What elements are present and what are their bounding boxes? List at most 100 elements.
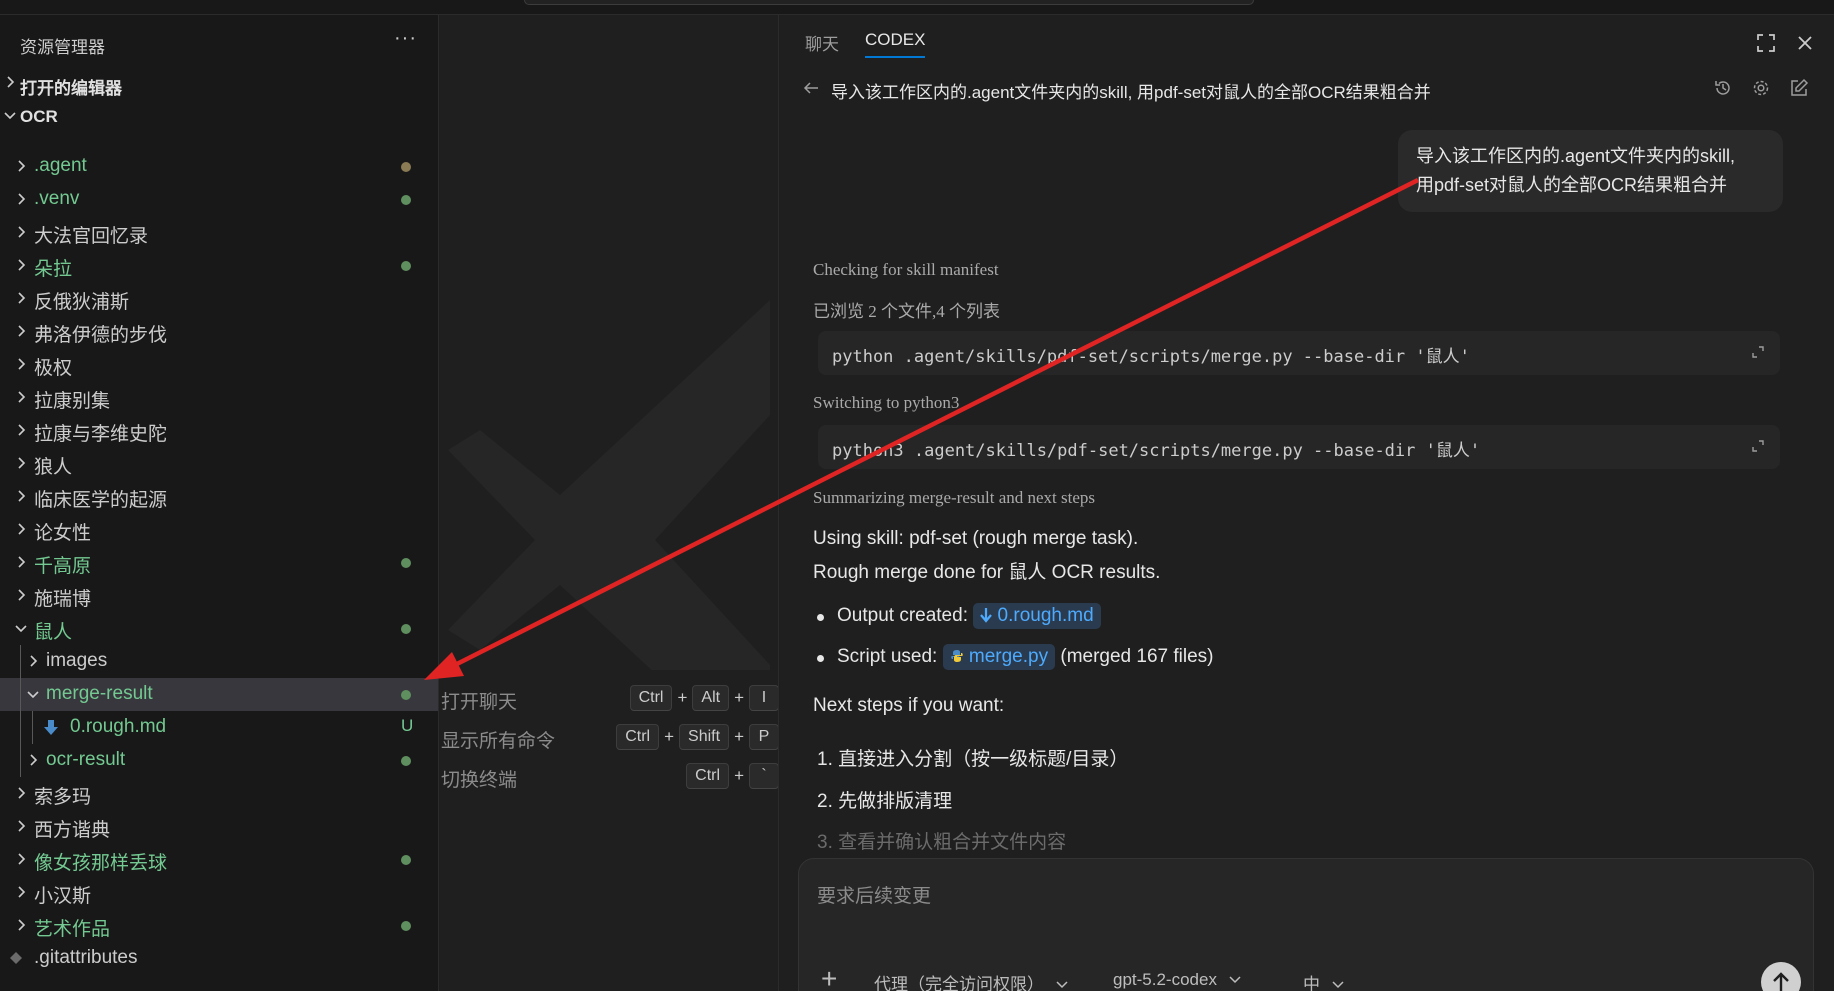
folder-item[interactable]: 狼人 [0, 447, 438, 480]
chevron-right-icon [18, 820, 26, 832]
model-selector[interactable]: gpt-5.2-codex [1113, 970, 1242, 990]
step-browsed-files[interactable]: 已浏览 2 个文件,4 个列表 [813, 297, 1000, 322]
folder-item[interactable]: 论女性 [0, 513, 438, 546]
folder-item[interactable]: 大法官回忆录 [0, 216, 438, 249]
expand-icon[interactable] [1750, 438, 1766, 454]
tab-codex[interactable]: CODEX [865, 30, 926, 58]
tree-item-label: 极权 [34, 358, 73, 379]
editor-empty-area: 打开聊天 Ctrl + Alt + I 显示所有命令 Ctrl + Shift + P 切换终端 Ctrl… [440, 15, 779, 991]
tree-item-label: merge-result [46, 683, 153, 704]
tree-item-label: 西方谐典 [34, 820, 111, 841]
close-icon[interactable] [1794, 32, 1816, 54]
key-cap: ` [749, 763, 778, 789]
effort-selector[interactable]: 中 [1303, 970, 1345, 991]
key-cap: Ctrl [629, 685, 673, 711]
folder-item[interactable]: 反俄狄浦斯 [0, 282, 438, 315]
tree-item-label: 像女孩那样丢球 [34, 853, 168, 874]
maximize-icon[interactable] [1755, 32, 1777, 54]
git-status-dot [401, 855, 411, 865]
step-summarizing: Summarizing merge-result and next steps [813, 488, 1096, 507]
new-chat-icon[interactable] [1789, 78, 1809, 98]
tree-item-label: 拉康与李维史陀 [34, 424, 168, 445]
command-center[interactable] [524, 0, 1254, 5]
script-note: (merged 167 files) [1060, 646, 1214, 667]
chat-composer: 要求后续变更 + 代理（完全访问权限） gpt-5.2-codex 中 [798, 858, 1814, 991]
tab-chat[interactable]: 聊天 [805, 30, 839, 55]
script-file-link[interactable]: merge.py [942, 644, 1056, 670]
folder-item[interactable]: 千高原 [0, 546, 438, 579]
folder-item[interactable]: 朵拉 [0, 249, 438, 282]
chevron-down-icon [27, 691, 39, 699]
folder-item[interactable]: merge-result [0, 678, 438, 711]
folder-item[interactable]: 临床医学的起源 [0, 480, 438, 513]
folder-item[interactable]: .venv [0, 183, 438, 216]
script-used-item: Script used: merge.py (merged 167 files) [837, 644, 1214, 670]
folder-item[interactable]: 艺术作品 [0, 909, 438, 942]
composer-input[interactable]: 要求后续变更 [817, 881, 931, 908]
tree-item-label: 鼠人 [34, 622, 73, 643]
key-cap: Ctrl [616, 724, 660, 750]
file-item[interactable]: 0.rough.md U [0, 711, 438, 744]
chevron-down-icon [1229, 976, 1241, 984]
shortcut-keys: Ctrl + Alt + I [629, 683, 778, 713]
history-icon[interactable] [1713, 78, 1733, 98]
key-cap: I [749, 685, 778, 711]
key-separator: + [677, 688, 688, 707]
chevron-right-icon [18, 490, 26, 502]
git-status-dot [401, 558, 411, 568]
folder-item[interactable]: 施瑞博 [0, 579, 438, 612]
folder-item[interactable]: ocr-result [0, 744, 438, 777]
folder-item[interactable]: 索多玛 [0, 777, 438, 810]
more-actions-icon[interactable]: ··· [394, 27, 417, 50]
command-text: python3 .agent/skills/pdf-set/scripts/me… [832, 441, 1481, 461]
tree-item-label: 大法官回忆录 [34, 226, 149, 247]
command-text: python .agent/skills/pdf-set/scripts/mer… [832, 347, 1470, 367]
folder-item[interactable]: 西方谐典 [0, 810, 438, 843]
download-icon [980, 608, 993, 623]
shortcut-row[interactable]: 打开聊天 Ctrl + Alt + I [440, 683, 778, 713]
shortcut-keys: Ctrl + ` [686, 761, 778, 791]
back-arrow-icon[interactable] [802, 79, 820, 97]
open-editors-section[interactable]: 打开的编辑器 [0, 68, 438, 100]
shortcut-row[interactable]: 切换终端 Ctrl + ` [440, 761, 778, 791]
arrow-up-icon [1773, 972, 1789, 991]
folder-item[interactable]: 弗洛伊德的步伐 [0, 315, 438, 348]
key-cap: Alt [692, 685, 730, 711]
workspace-root-section[interactable]: OCR [0, 101, 438, 133]
folder-item[interactable]: images [0, 645, 438, 678]
add-context-button[interactable]: + [821, 963, 837, 991]
shortcut-label: 显示所有命令 [441, 731, 556, 752]
mode-label: 代理（完全访问权限） [874, 975, 1044, 991]
expand-icon[interactable] [1750, 344, 1766, 360]
key-cap: P [749, 724, 778, 750]
open-editors-label: 打开的编辑器 [20, 79, 122, 98]
git-status-dot [401, 756, 411, 766]
git-status-dot [401, 162, 411, 172]
mode-selector[interactable]: 代理（完全访问权限） [874, 970, 1069, 991]
folder-item[interactable]: .agent [0, 150, 438, 183]
folder-item[interactable]: 像女孩那样丢球 [0, 843, 438, 876]
git-status-dot [401, 690, 411, 700]
tree-item-label: 临床医学的起源 [34, 490, 168, 511]
settings-gear-icon[interactable] [1751, 78, 1771, 98]
chevron-right-icon [18, 457, 26, 469]
send-button[interactable] [1761, 962, 1801, 991]
folder-item[interactable]: 极权 [0, 348, 438, 381]
effort-label: 中 [1303, 975, 1320, 991]
git-status-dot [401, 624, 411, 634]
file-item[interactable]: .gitattributes [0, 942, 438, 975]
chevron-right-icon [30, 655, 38, 667]
chevron-right-icon [18, 193, 26, 205]
folder-item[interactable]: 拉康与李维史陀 [0, 414, 438, 447]
folder-item[interactable]: 小汉斯 [0, 876, 438, 909]
output-file-link[interactable]: 0.rough.md [973, 603, 1101, 629]
tree-item-label: 朵拉 [34, 259, 73, 280]
python-icon [950, 650, 963, 662]
tree-item-label: 小汉斯 [34, 886, 92, 907]
shortcut-row[interactable]: 显示所有命令 Ctrl + Shift + P [440, 722, 778, 752]
chevron-right-icon [30, 754, 38, 766]
folder-item[interactable]: 鼠人 [0, 612, 438, 645]
git-status-dot [401, 195, 411, 205]
folder-item[interactable]: 拉康别集 [0, 381, 438, 414]
chat-panel: 聊天 CODEX 导入该工作区内的.agent文件夹内的skill, 用pdf-… [780, 15, 1834, 991]
